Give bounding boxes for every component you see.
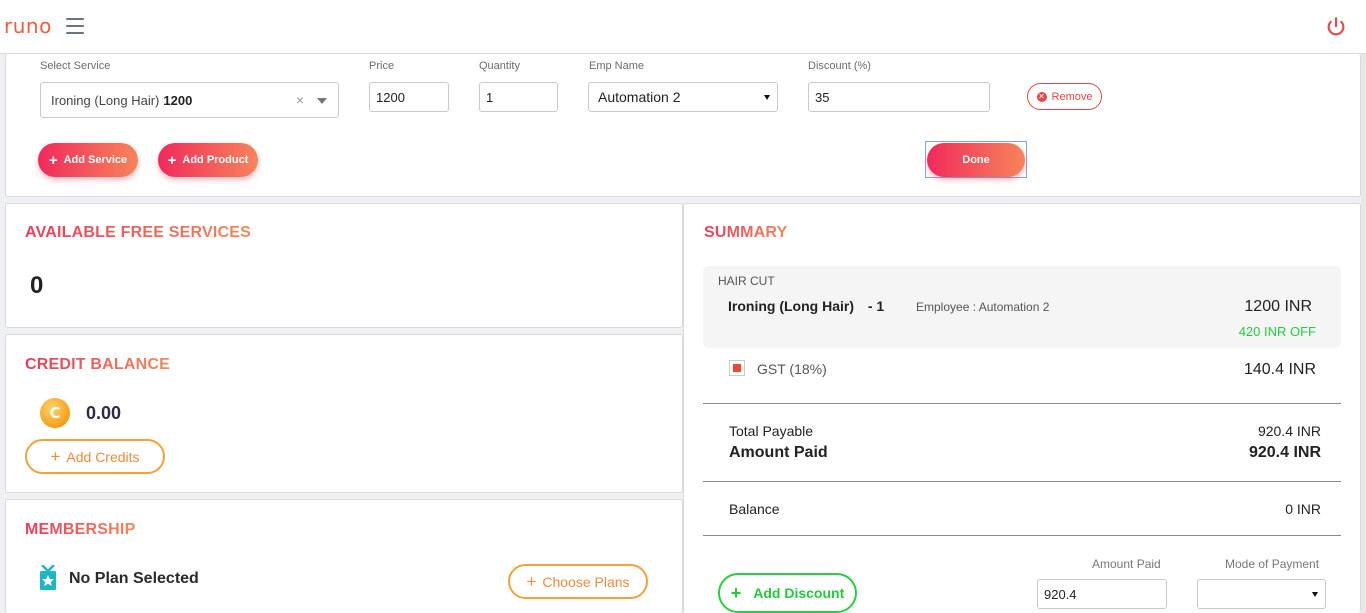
remove-button[interactable]: ✕ Remove bbox=[1027, 83, 1102, 110]
close-circle-icon: ✕ bbox=[1036, 91, 1047, 102]
summary-card bbox=[683, 203, 1361, 613]
remove-label: Remove bbox=[1051, 90, 1093, 103]
price-value: 1200 bbox=[376, 89, 405, 105]
done-label: Done bbox=[962, 154, 990, 166]
hamburger-icon[interactable] bbox=[66, 18, 84, 34]
summary-title: SUMMARY bbox=[704, 224, 788, 241]
amount-paid-value: 920.4 INR bbox=[1248, 444, 1321, 461]
select-service-dropdown[interactable]: Ironing (Long Hair) 1200 × bbox=[40, 82, 339, 118]
total-payable-value: 920.4 INR bbox=[1257, 423, 1321, 439]
select-service-value: Ironing (Long Hair) bbox=[51, 92, 160, 108]
select-service-label: Select Service bbox=[40, 60, 111, 72]
quantity-value: 1 bbox=[486, 89, 494, 105]
emp-name-select[interactable]: Automation 2 bbox=[588, 82, 778, 112]
power-icon[interactable] bbox=[1325, 16, 1347, 38]
plus-icon: + bbox=[48, 151, 58, 169]
page-scrollbar[interactable] bbox=[1361, 54, 1366, 613]
add-credits-label: Add Credits bbox=[66, 448, 140, 465]
app-logo[interactable]: runo bbox=[4, 14, 52, 38]
credit-balance-value: 0.00 bbox=[86, 403, 122, 423]
summary-divider bbox=[703, 535, 1341, 536]
choose-plans-button[interactable]: + Choose Plans bbox=[508, 564, 648, 599]
summary-category: HAIR CUT bbox=[718, 274, 775, 288]
add-discount-label: Add Discount bbox=[753, 585, 845, 601]
add-product-label: Add Product bbox=[182, 154, 249, 166]
price-input[interactable]: 1200 bbox=[369, 82, 449, 112]
summary-item-qty: - 1 bbox=[867, 298, 885, 314]
gst-value: 140.4 INR bbox=[1243, 361, 1316, 378]
amount-paid-label: Amount Paid bbox=[729, 444, 828, 461]
coin-icon: C bbox=[40, 398, 70, 428]
quantity-label: Quantity bbox=[479, 60, 520, 72]
free-services-count: 0 bbox=[30, 272, 44, 299]
amount-paid-field-label: Amount Paid bbox=[1092, 557, 1161, 571]
mode-of-payment-label: Mode of Payment bbox=[1225, 557, 1320, 571]
summary-divider bbox=[703, 403, 1341, 404]
summary-divider bbox=[703, 481, 1341, 482]
emp-name-label: Emp Name bbox=[589, 60, 645, 72]
summary-item-name: Ironing (Long Hair) - 1 bbox=[728, 298, 884, 314]
summary-item-title: Ironing (Long Hair) bbox=[728, 298, 854, 314]
checkbox-check-icon bbox=[733, 364, 741, 372]
membership-title: MEMBERSHIP bbox=[25, 521, 136, 538]
plus-icon: + bbox=[526, 571, 537, 591]
coin-letter: C bbox=[49, 404, 61, 422]
select-caret-icon bbox=[764, 95, 770, 100]
add-product-button[interactable]: + Add Product bbox=[158, 143, 258, 177]
plus-icon: + bbox=[50, 446, 61, 466]
select-service-price: 1200 bbox=[163, 92, 193, 108]
discount-input[interactable]: 35 bbox=[808, 82, 990, 112]
choose-plans-label: Choose Plans bbox=[542, 573, 630, 590]
gst-label: GST (18%) bbox=[757, 361, 827, 377]
price-label: Price bbox=[369, 60, 395, 72]
summary-item-discount: 420 INR OFF bbox=[1238, 324, 1316, 339]
done-button[interactable]: Done bbox=[927, 143, 1025, 177]
membership-badge-icon bbox=[40, 565, 56, 590]
free-services-card bbox=[5, 203, 683, 328]
mode-of-payment-select[interactable] bbox=[1197, 579, 1326, 609]
emp-name-value: Automation 2 bbox=[598, 89, 681, 105]
discount-value: 35 bbox=[815, 89, 830, 105]
credit-balance-title: CREDIT BALANCE bbox=[25, 356, 171, 373]
add-credits-button[interactable]: + Add Credits bbox=[25, 439, 165, 474]
total-payable-label: Total Payable bbox=[729, 423, 814, 439]
summary-item-price: 1200 INR bbox=[1244, 298, 1312, 315]
amount-paid-input[interactable]: 920.4 bbox=[1037, 579, 1167, 609]
balance-value: 0 INR bbox=[1285, 501, 1321, 517]
top-bar: runo bbox=[0, 0, 1366, 54]
chevron-down-icon[interactable] bbox=[317, 98, 327, 104]
plus-icon: + bbox=[730, 582, 742, 603]
balance-label: Balance bbox=[729, 501, 780, 517]
add-service-label: Add Service bbox=[63, 154, 128, 166]
amount-paid-input-value: 920.4 bbox=[1044, 586, 1077, 602]
select-caret-icon bbox=[1312, 592, 1318, 597]
gst-checkbox[interactable] bbox=[729, 360, 745, 376]
clear-selection-icon[interactable]: × bbox=[296, 92, 304, 108]
add-discount-button[interactable]: + Add Discount bbox=[718, 573, 857, 613]
plus-icon: + bbox=[167, 151, 177, 169]
add-service-button[interactable]: + Add Service bbox=[38, 143, 138, 177]
discount-label: Discount (%) bbox=[808, 60, 871, 72]
summary-item-employee: Employee : Automation 2 bbox=[916, 300, 1050, 314]
membership-status: No Plan Selected bbox=[69, 570, 199, 587]
quantity-input[interactable]: 1 bbox=[479, 82, 558, 112]
free-services-title: AVAILABLE FREE SERVICES bbox=[25, 224, 251, 241]
